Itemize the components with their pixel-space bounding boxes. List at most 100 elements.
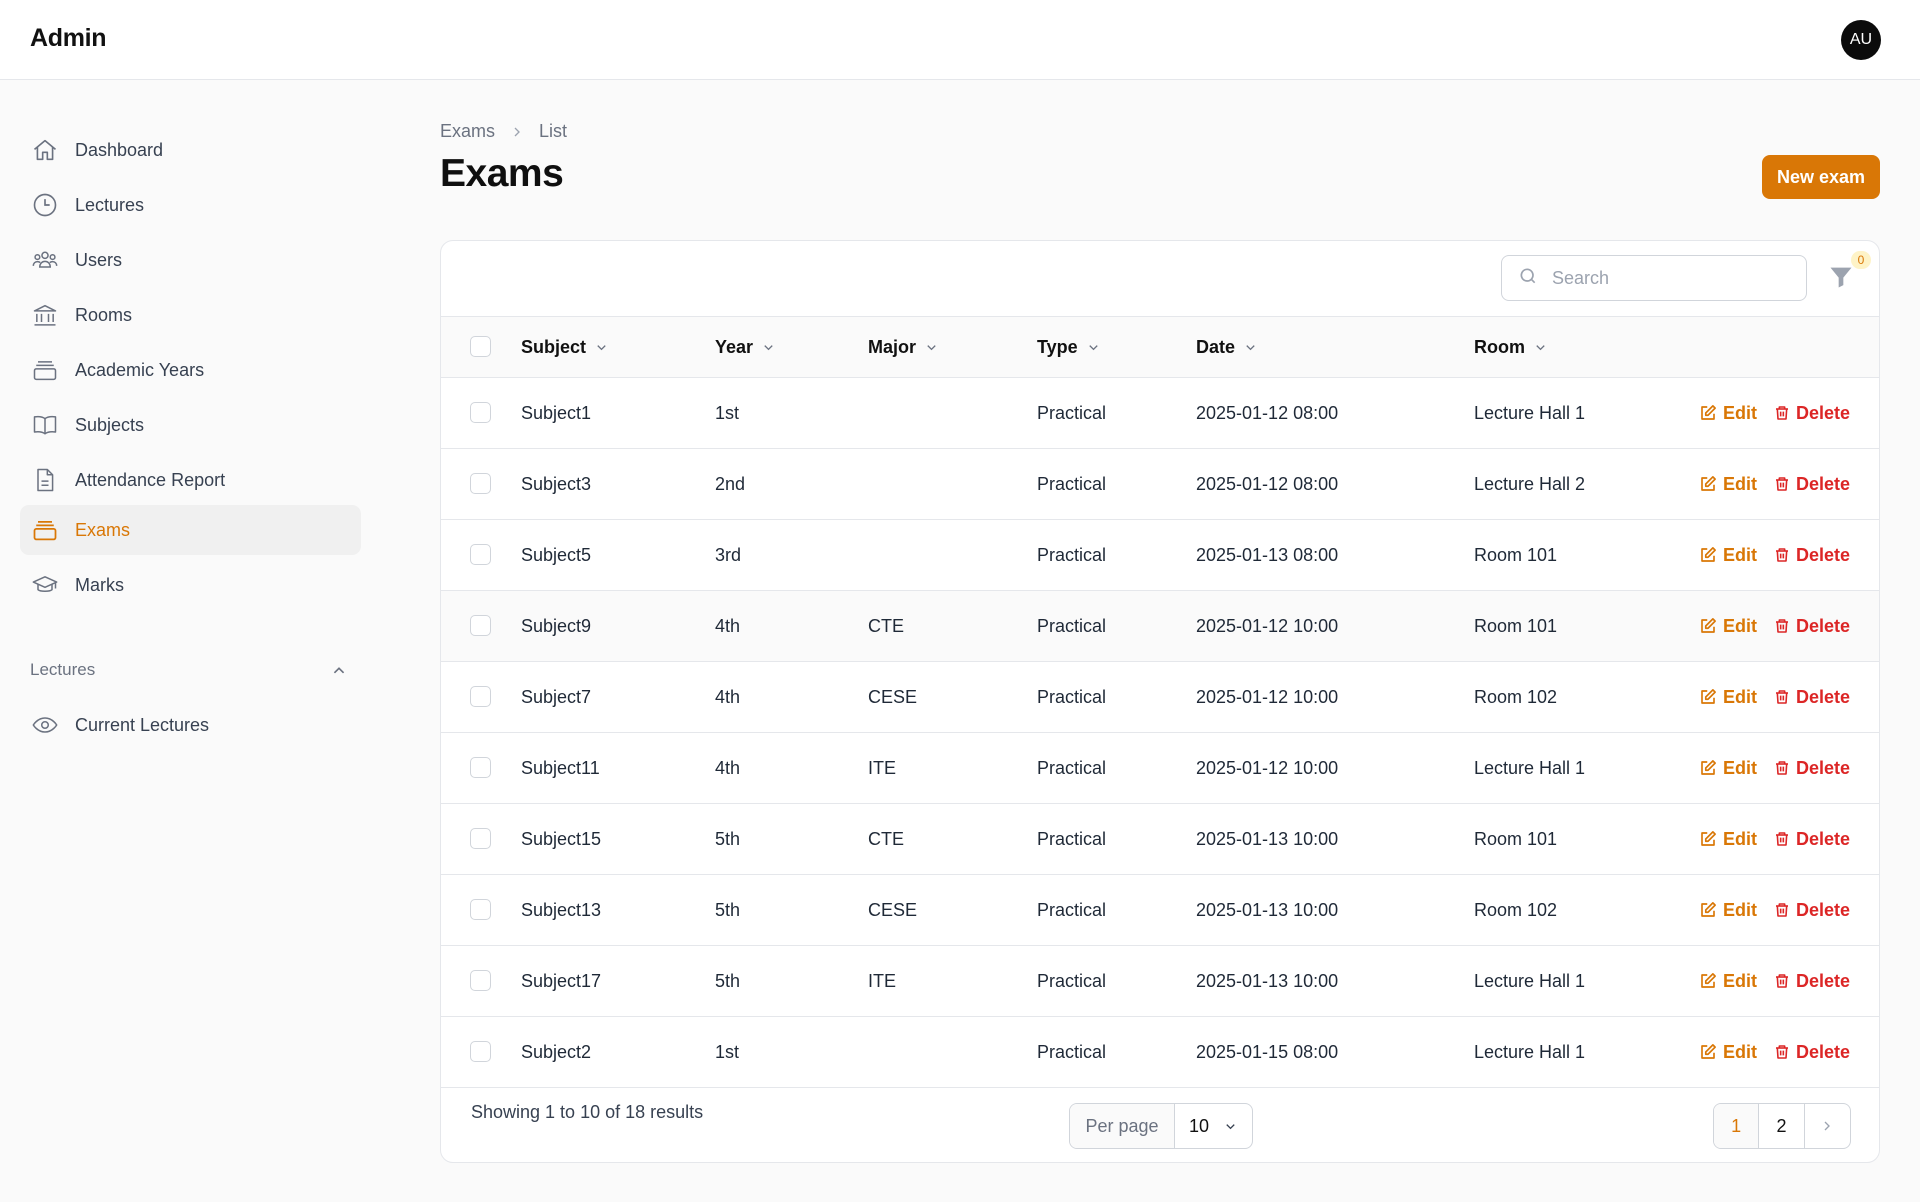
edit-button[interactable]: Edit bbox=[1699, 733, 1757, 803]
delete-label: Delete bbox=[1796, 615, 1851, 636]
cell-year: 4th bbox=[715, 757, 741, 778]
sidebar-item-attendance-report[interactable]: Attendance Report bbox=[20, 455, 361, 505]
breadcrumb-parent[interactable]: Exams bbox=[440, 121, 495, 142]
column-header-subject[interactable]: Subject bbox=[521, 317, 609, 377]
delete-button[interactable]: Delete bbox=[1774, 378, 1850, 448]
column-header-room[interactable]: Room bbox=[1474, 317, 1548, 377]
chevron-down-icon bbox=[1088, 344, 1098, 350]
sidebar-item-label: Current Lectures bbox=[75, 714, 210, 735]
chevron-down-icon bbox=[927, 344, 936, 350]
edit-icon bbox=[1701, 902, 1716, 917]
chevron-down-icon bbox=[1536, 344, 1545, 350]
delete-button[interactable]: Delete bbox=[1774, 591, 1850, 661]
search-input[interactable] bbox=[1550, 266, 1784, 290]
table-row[interactable]: Subject1 1st Practical 2025-01-12 08:00 Lect… bbox=[441, 378, 1879, 449]
cell-subject: Subject15 bbox=[521, 828, 602, 849]
table-row[interactable]: Subject11 4th ITE Practical 2025-01-12 10:00… bbox=[441, 733, 1879, 804]
sidebar-item-current-lectures[interactable]: Current Lectures bbox=[20, 700, 361, 750]
table-row[interactable]: Subject15 5th CTE Practical 2025-01-13 10:00… bbox=[441, 804, 1879, 875]
column-header-type[interactable]: Type bbox=[1037, 317, 1101, 377]
delete-button[interactable]: Delete bbox=[1774, 946, 1850, 1016]
row-checkbox[interactable] bbox=[470, 402, 491, 423]
per-page-value-text: 10 bbox=[1189, 1115, 1210, 1136]
table-row[interactable]: Subject3 2nd Practical 2025-01-12 08:00 Lect… bbox=[441, 449, 1879, 520]
edit-button[interactable]: Edit bbox=[1699, 662, 1757, 732]
column-header-date[interactable]: Date bbox=[1196, 317, 1258, 377]
document-icon bbox=[30, 465, 60, 495]
per-page-select[interactable]: Per page 10 bbox=[1069, 1103, 1253, 1149]
search-icon bbox=[1518, 266, 1538, 291]
edit-icon bbox=[1701, 547, 1716, 562]
cell-subject: Subject5 bbox=[521, 544, 592, 565]
row-checkbox[interactable] bbox=[470, 828, 491, 849]
sidebar-item-subjects[interactable]: Subjects bbox=[20, 400, 361, 450]
row-checkbox[interactable] bbox=[470, 544, 491, 565]
column-header-major[interactable]: Major bbox=[868, 317, 939, 377]
edit-button[interactable]: Edit bbox=[1699, 804, 1757, 874]
table-row[interactable]: Subject5 3rd Practical 2025-01-13 08:00 Room… bbox=[441, 520, 1879, 591]
column-header-label: Year bbox=[715, 336, 754, 357]
row-checkbox[interactable] bbox=[470, 757, 491, 778]
edit-button[interactable]: Edit bbox=[1699, 449, 1757, 519]
sidebar-item-users[interactable]: Users bbox=[20, 235, 361, 285]
edit-button[interactable]: Edit bbox=[1699, 378, 1757, 448]
delete-button[interactable]: Delete bbox=[1774, 875, 1850, 945]
new-exam-button[interactable]: New exam bbox=[1762, 155, 1880, 199]
trash-icon bbox=[1776, 903, 1788, 917]
avatar[interactable]: AU bbox=[1841, 20, 1881, 60]
edit-button[interactable]: Edit bbox=[1699, 875, 1757, 945]
row-checkbox[interactable] bbox=[470, 615, 491, 636]
page-button-1[interactable]: 1 bbox=[1714, 1104, 1760, 1148]
delete-button[interactable]: Delete bbox=[1774, 449, 1850, 519]
cell-major: CTE bbox=[868, 615, 904, 636]
table-row[interactable]: Subject9 4th CTE Practical 2025-01-12 10:00 R… bbox=[441, 591, 1879, 662]
sidebar-item-label: Academic Years bbox=[75, 359, 205, 380]
cell-year: 1st bbox=[715, 1041, 740, 1062]
row-checkbox[interactable] bbox=[470, 686, 491, 707]
delete-button[interactable]: Delete bbox=[1774, 804, 1850, 874]
edit-icon bbox=[1701, 973, 1716, 988]
edit-button[interactable]: Edit bbox=[1699, 1017, 1757, 1087]
edit-button[interactable]: Edit bbox=[1699, 946, 1757, 1016]
edit-button[interactable]: Edit bbox=[1699, 591, 1757, 661]
search-box[interactable] bbox=[1501, 255, 1807, 301]
table-row[interactable]: Subject17 5th ITE Practical 2025-01-13 10:00… bbox=[441, 946, 1879, 1017]
cell-year: 2nd bbox=[715, 473, 746, 494]
table-row[interactable]: Subject13 5th CESE Practical 2025-01-13 10:0… bbox=[441, 875, 1879, 946]
edit-label: Edit bbox=[1723, 473, 1757, 494]
per-page-value[interactable]: 10 bbox=[1175, 1104, 1252, 1148]
row-checkbox[interactable] bbox=[470, 473, 491, 494]
delete-button[interactable]: Delete bbox=[1774, 1017, 1850, 1087]
row-checkbox[interactable] bbox=[470, 899, 491, 920]
delete-button[interactable]: Delete bbox=[1774, 662, 1850, 732]
column-header-year[interactable]: Year bbox=[715, 317, 776, 377]
next-page-button[interactable] bbox=[1805, 1104, 1850, 1148]
trash-icon bbox=[1776, 690, 1788, 704]
edit-label: Edit bbox=[1723, 402, 1757, 423]
row-checkbox[interactable] bbox=[470, 1041, 491, 1062]
cell-subject: Subject17 bbox=[521, 970, 602, 991]
table-row[interactable]: Subject7 4th CESE Practical 2025-01-12 10:00… bbox=[441, 662, 1879, 733]
sidebar-item-lectures[interactable]: Lectures bbox=[20, 180, 361, 230]
sidebar-item-dashboard[interactable]: Dashboard bbox=[20, 125, 361, 175]
filter-icon[interactable] bbox=[1827, 263, 1857, 293]
delete-button[interactable]: Delete bbox=[1774, 733, 1850, 803]
table-row[interactable]: Subject2 1st Practical 2025-01-15 08:00 Lect… bbox=[441, 1017, 1879, 1088]
select-all-checkbox[interactable] bbox=[470, 336, 491, 357]
row-checkbox[interactable] bbox=[470, 970, 491, 991]
edit-button[interactable]: Edit bbox=[1699, 520, 1757, 590]
sidebar-item-marks[interactable]: Marks bbox=[20, 560, 361, 610]
trash-icon bbox=[1776, 832, 1788, 846]
cell-date: 2025-01-13 10:00 bbox=[1196, 828, 1339, 849]
delete-label: Delete bbox=[1796, 686, 1851, 707]
page-button-2[interactable]: 2 bbox=[1759, 1104, 1805, 1148]
delete-button[interactable]: Delete bbox=[1774, 520, 1850, 590]
sidebar-item-label: Attendance Report bbox=[75, 469, 226, 490]
sidebar-item-exams[interactable]: Exams bbox=[20, 505, 361, 555]
sidebar-item-rooms[interactable]: Rooms bbox=[20, 290, 361, 340]
cell-room: Room 102 bbox=[1474, 686, 1558, 707]
sidebar-item-academic-years[interactable]: Academic Years bbox=[20, 345, 361, 395]
cell-major: CTE bbox=[868, 828, 904, 849]
chevron-up-icon[interactable] bbox=[328, 660, 350, 682]
edit-label: Edit bbox=[1723, 828, 1757, 849]
